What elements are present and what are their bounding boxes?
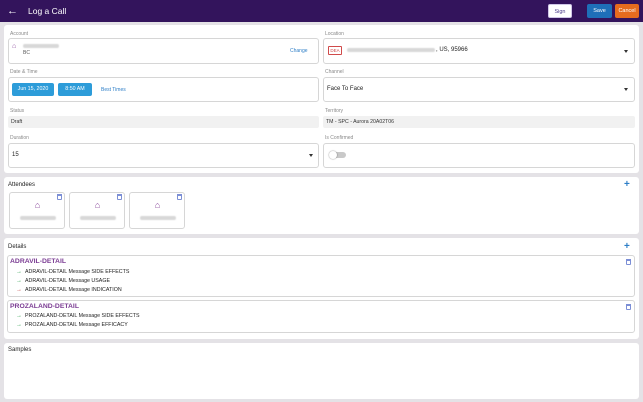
- location-address-redacted: [347, 48, 435, 52]
- trash-icon[interactable]: [117, 194, 122, 200]
- attendee-name-redacted: [140, 216, 176, 220]
- detail-message[interactable]: → ADRAVIL-DETAIL Message INDICATION: [16, 287, 122, 293]
- detail-message-text: ADRAVIL-DETAIL Message USAGE: [25, 278, 110, 284]
- samples-panel: [4, 343, 639, 399]
- is-confirmed-toggle[interactable]: [329, 150, 346, 159]
- channel-dropdown-caret[interactable]: [624, 88, 628, 91]
- territory-label: Territory: [325, 108, 344, 114]
- detail-message-text: PROZALAND-DETAIL Message EFFICACY: [25, 322, 128, 328]
- duration-value: 15: [12, 152, 19, 158]
- person-building-icon: ⌂: [34, 200, 41, 210]
- detail-message[interactable]: → ADRAVIL-DETAIL Message USAGE: [16, 278, 110, 284]
- top-bar: ← Log a Call Sign Save Cancel: [0, 0, 643, 22]
- person-building-icon: ⌂: [154, 200, 161, 210]
- trash-icon[interactable]: [626, 259, 631, 265]
- detail-message[interactable]: → PROZALAND-DETAIL Message EFFICACY: [16, 322, 128, 328]
- attendee-name-redacted: [80, 216, 116, 220]
- person-building-icon: ⌂: [94, 200, 101, 210]
- arrow-right-icon: →: [16, 278, 22, 284]
- detail-message-text: PROZALAND-DETAIL Message SIDE EFFECTS: [25, 313, 140, 319]
- sign-button[interactable]: Sign: [548, 4, 572, 18]
- attendee-name-redacted: [20, 216, 56, 220]
- location-label: Location: [325, 31, 344, 37]
- account-sub: BC: [23, 50, 30, 56]
- channel-value: Face To Face: [327, 86, 364, 92]
- detail-message-text: ADRAVIL-DETAIL Message SIDE EFFECTS: [25, 269, 130, 275]
- best-times-link[interactable]: Best Times: [101, 87, 126, 93]
- account-icon: ⌂: [12, 43, 17, 50]
- details-title: Details: [8, 244, 27, 250]
- arrow-right-icon: →: [16, 322, 22, 328]
- samples-title: Samples: [8, 347, 32, 353]
- location-dropdown-caret[interactable]: [624, 50, 628, 53]
- detail-message[interactable]: → PROZALAND-DETAIL Message SIDE EFFECTS: [16, 313, 140, 319]
- detail-message-text: ADRAVIL-DETAIL Message INDICATION: [25, 287, 122, 293]
- location-suffix: , US, 95966: [436, 47, 468, 53]
- detail-group-title: ADRAVIL-DETAIL: [10, 258, 67, 265]
- datetime-field: [8, 77, 319, 102]
- toggle-knob: [329, 150, 337, 159]
- account-change-link[interactable]: Change: [290, 48, 308, 54]
- account-name-redacted: [23, 44, 59, 48]
- account-field[interactable]: [8, 38, 319, 64]
- is-confirmed-label: Is Confirmed: [325, 135, 354, 141]
- account-label: Account: [10, 31, 29, 37]
- territory-value: TM - SPC - Aurora 20A02T06: [323, 116, 635, 128]
- cancel-button[interactable]: Cancel: [615, 4, 639, 18]
- status-value: Draft: [8, 116, 319, 128]
- arrow-right-icon: →: [16, 287, 22, 293]
- dea-badge: DEA: [328, 46, 342, 55]
- channel-label: Channel: [325, 69, 344, 75]
- arrow-left-icon[interactable]: ←: [7, 4, 19, 18]
- status-label: Status: [10, 108, 25, 114]
- duration-dropdown-caret[interactable]: [309, 154, 313, 157]
- date-button[interactable]: Jun 15, 2020: [12, 83, 54, 96]
- time-button[interactable]: 8:50 AM: [58, 83, 92, 96]
- arrow-right-icon: →: [16, 269, 22, 275]
- trash-icon[interactable]: [57, 194, 62, 200]
- arrow-right-icon: →: [16, 313, 22, 319]
- trash-icon[interactable]: [177, 194, 182, 200]
- detail-group-title: PROZALAND-DETAIL: [10, 303, 79, 310]
- duration-select[interactable]: [8, 143, 319, 168]
- add-attendee-icon[interactable]: +: [624, 180, 630, 190]
- channel-select[interactable]: [323, 77, 635, 102]
- trash-icon[interactable]: [626, 304, 631, 310]
- attendees-title: Attendees: [8, 182, 36, 188]
- detail-message[interactable]: → ADRAVIL-DETAIL Message SIDE EFFECTS: [16, 269, 129, 275]
- save-button[interactable]: Save: [587, 4, 612, 18]
- page-title: Log a Call: [28, 6, 67, 16]
- is-confirmed-field: [323, 143, 635, 168]
- datetime-label: Date & Time: [10, 69, 38, 75]
- duration-label: Duration: [10, 135, 29, 141]
- add-detail-icon[interactable]: +: [624, 242, 630, 252]
